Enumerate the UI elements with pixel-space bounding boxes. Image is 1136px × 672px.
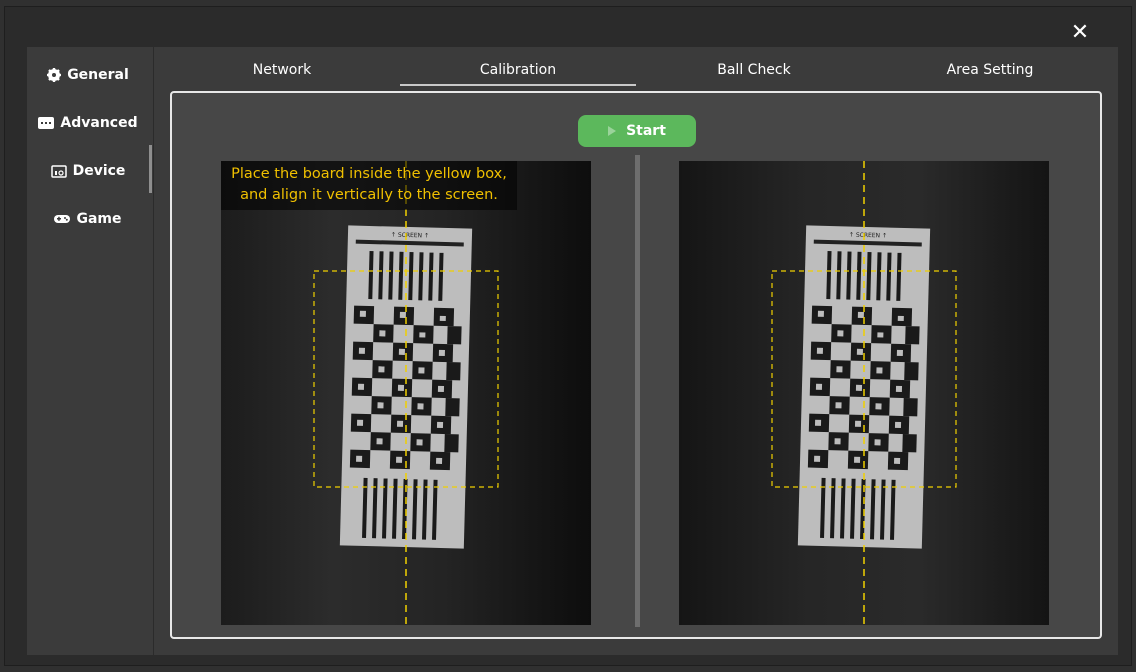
keyboard-icon bbox=[38, 117, 55, 129]
start-button[interactable]: Start bbox=[578, 115, 696, 147]
tab-label: Area Setting bbox=[946, 62, 1034, 78]
camera-feed-right: ↑ SCREEN ↑ bbox=[679, 161, 1049, 625]
camera-view-left: ↑ SCREEN ↑ Place the board inside the ye… bbox=[221, 161, 591, 625]
active-indicator bbox=[149, 145, 152, 193]
tab-label: Network bbox=[252, 62, 312, 78]
camera-feed-left: ↑ SCREEN ↑ bbox=[221, 161, 591, 625]
tab-area-setting[interactable]: Area Setting bbox=[872, 47, 1108, 93]
sidebar: General Advanced Device Game bbox=[27, 47, 153, 655]
sidebar-item-label: Game bbox=[76, 211, 122, 227]
tab-ball-check[interactable]: Ball Check bbox=[636, 47, 872, 93]
device-icon bbox=[50, 164, 67, 178]
tab-underline bbox=[400, 84, 636, 86]
instruction-line: and align it vertically to the screen. bbox=[240, 187, 498, 203]
tab-calibration[interactable]: Calibration bbox=[400, 47, 636, 93]
close-icon: ✕ bbox=[1070, 20, 1090, 45]
play-icon bbox=[608, 126, 617, 136]
gear-icon bbox=[47, 68, 62, 82]
sidebar-item-advanced[interactable]: Advanced bbox=[27, 103, 149, 143]
start-label: Start bbox=[626, 123, 666, 139]
board-label: ↑ SCREEN ↑ bbox=[849, 232, 887, 240]
calibration-panel: Start ↑ SCREEN ↑ Place the board inside … bbox=[170, 91, 1102, 639]
splitter-handle[interactable] bbox=[635, 155, 640, 627]
settings-window: ✕ General Advanced Device Game Network C… bbox=[4, 6, 1132, 666]
tab-label: Calibration bbox=[479, 62, 557, 78]
instruction-line: Place the board inside the yellow box, bbox=[231, 166, 507, 182]
close-button[interactable]: ✕ bbox=[1067, 21, 1093, 45]
sidebar-item-game[interactable]: Game bbox=[27, 199, 149, 239]
camera-view-right: ↑ SCREEN ↑ bbox=[679, 161, 1049, 625]
sidebar-item-device[interactable]: Device bbox=[27, 151, 149, 191]
instruction-overlay: Place the board inside the yellow box, a… bbox=[221, 161, 517, 210]
tab-label: Ball Check bbox=[717, 62, 791, 78]
sidebar-item-general[interactable]: General bbox=[27, 55, 149, 95]
tab-network[interactable]: Network bbox=[164, 47, 400, 93]
gamepad-icon bbox=[54, 214, 71, 224]
content-area: Network Calibration Ball Check Area Sett… bbox=[154, 47, 1118, 655]
sidebar-item-label: Advanced bbox=[60, 115, 138, 131]
sidebar-item-label: General bbox=[67, 67, 129, 83]
sidebar-item-label: Device bbox=[72, 163, 126, 179]
board-label: ↑ SCREEN ↑ bbox=[391, 232, 429, 240]
